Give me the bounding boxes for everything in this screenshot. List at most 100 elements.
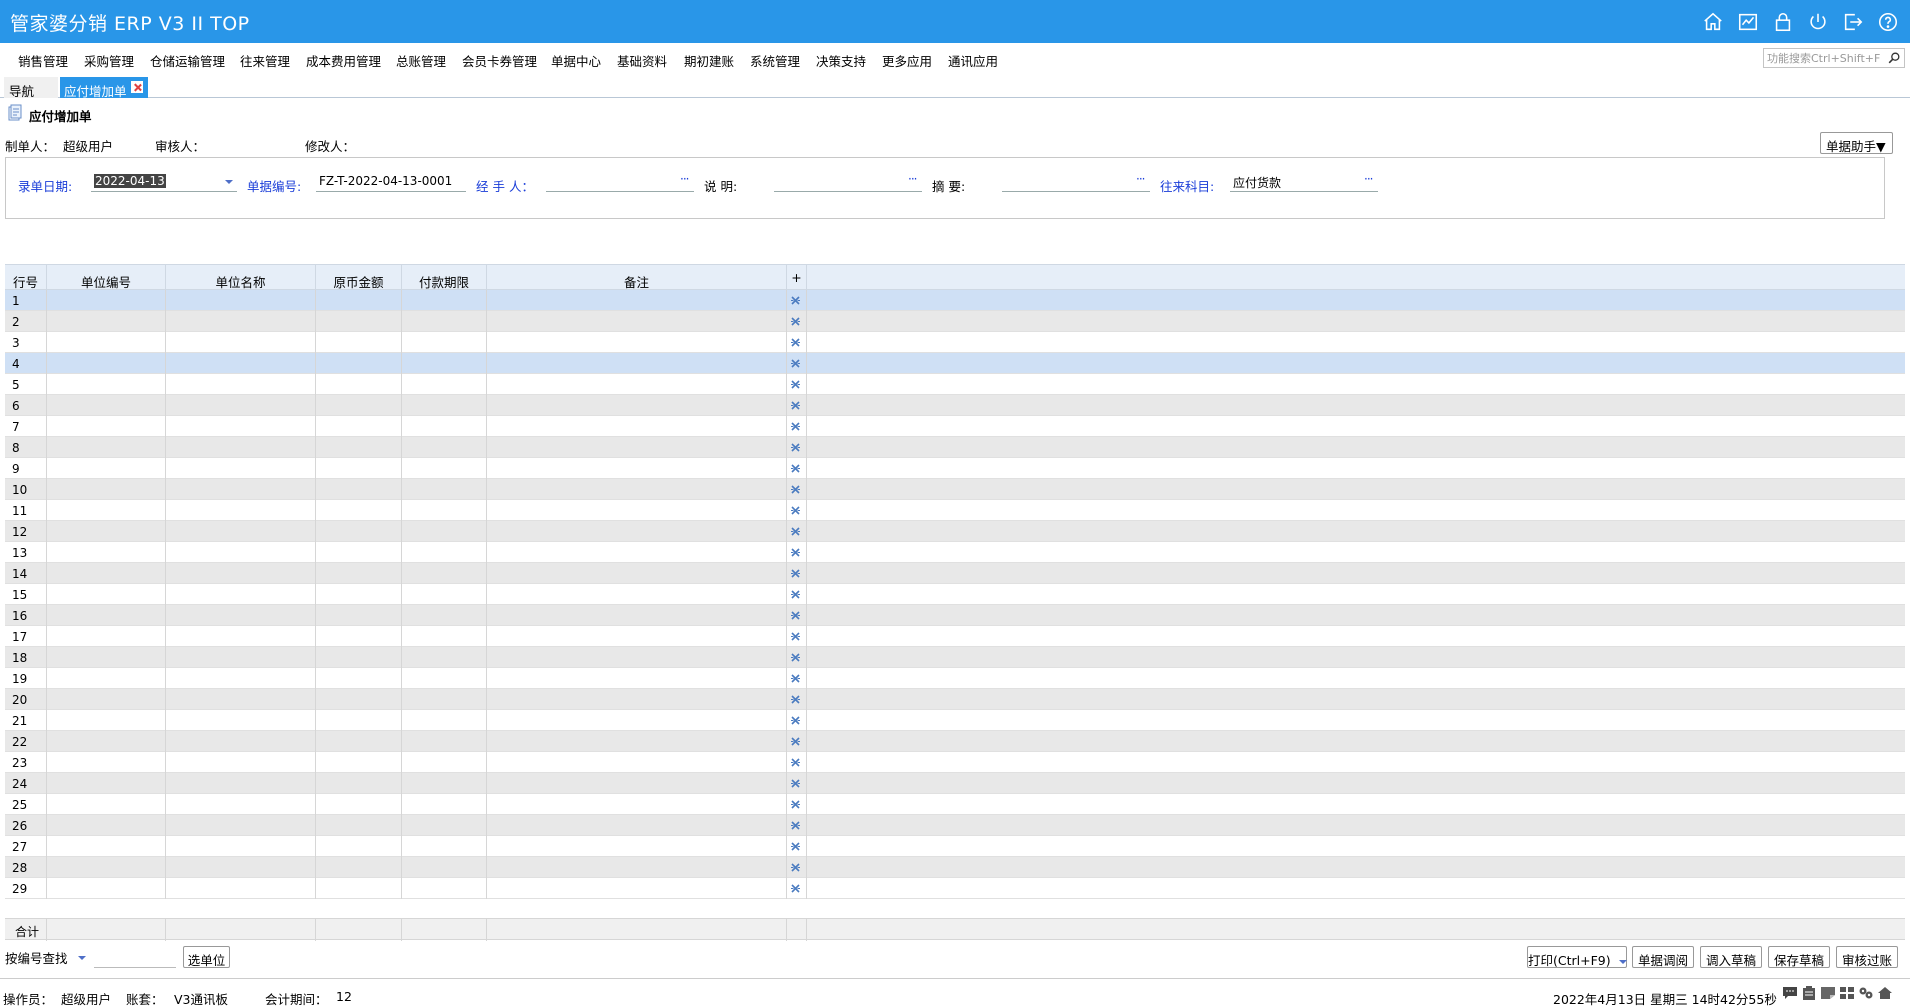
grid-cell[interactable] [47, 815, 166, 836]
settings-icon[interactable] [1858, 986, 1874, 1000]
chart-icon[interactable] [1735, 9, 1761, 35]
grid-cell[interactable] [47, 836, 166, 857]
table-row[interactable]: 22 [5, 731, 1905, 752]
table-row[interactable]: 7 [5, 416, 1905, 437]
grid-cell[interactable] [316, 584, 402, 605]
grid-cell[interactable] [47, 794, 166, 815]
table-row[interactable]: 10 [5, 479, 1905, 500]
grid-cell[interactable] [166, 689, 316, 710]
menu-ledger[interactable]: 总账管理 [396, 51, 446, 70]
power-icon[interactable] [1805, 9, 1831, 35]
grid-cell[interactable] [166, 374, 316, 395]
grid-cell[interactable] [316, 479, 402, 500]
grid-cell[interactable] [402, 290, 487, 311]
delete-row-icon[interactable] [790, 400, 801, 411]
table-row[interactable]: 24 [5, 773, 1905, 794]
grid-cell[interactable] [47, 563, 166, 584]
function-search-input[interactable] [1764, 49, 1884, 67]
grid-cell[interactable] [316, 500, 402, 521]
grid-cell[interactable] [316, 563, 402, 584]
grid-cell[interactable] [47, 416, 166, 437]
find-mode-select[interactable]: 按编号查找 [5, 948, 68, 967]
tab-payable-increase[interactable]: 应付增加单 [60, 77, 148, 99]
grid-cell[interactable] [47, 668, 166, 689]
grid-cell[interactable] [166, 668, 316, 689]
grid-cell[interactable] [402, 815, 487, 836]
grid-cell[interactable] [487, 563, 787, 584]
grid-cell[interactable] [402, 857, 487, 878]
grid-cell[interactable] [487, 416, 787, 437]
table-row[interactable]: 1 [5, 290, 1905, 311]
grid-cell[interactable] [402, 773, 487, 794]
grid-cell[interactable] [402, 668, 487, 689]
column-header-amount[interactable]: 原币金额 [316, 265, 402, 291]
table-row[interactable]: 11 [5, 500, 1905, 521]
grid-cell[interactable] [316, 311, 402, 332]
grid-cell[interactable] [487, 815, 787, 836]
menu-basic-data[interactable]: 基础资料 [617, 51, 667, 70]
delete-row-icon[interactable] [790, 841, 801, 852]
delete-row-icon[interactable] [790, 316, 801, 327]
delete-row-icon[interactable] [790, 379, 801, 390]
menu-purchase[interactable]: 采购管理 [84, 51, 134, 70]
grid-cell[interactable] [487, 374, 787, 395]
delete-row-icon[interactable] [790, 295, 801, 306]
delete-row-icon[interactable] [790, 589, 801, 600]
close-icon[interactable] [131, 81, 143, 93]
grid-cell[interactable] [402, 752, 487, 773]
menu-comms[interactable]: 通讯应用 [948, 51, 998, 70]
delete-row-icon[interactable] [790, 778, 801, 789]
grid-cell[interactable] [402, 710, 487, 731]
menu-more-apps[interactable]: 更多应用 [882, 51, 932, 70]
grid-cell[interactable] [402, 689, 487, 710]
summary-field[interactable] [1002, 172, 1150, 192]
delete-row-icon[interactable] [790, 799, 801, 810]
delete-row-icon[interactable] [790, 505, 801, 516]
grid-cell[interactable] [47, 626, 166, 647]
table-row[interactable]: 5 [5, 374, 1905, 395]
grid-cell[interactable] [166, 605, 316, 626]
grid-cell[interactable] [487, 626, 787, 647]
grid-cell[interactable] [47, 857, 166, 878]
grid-cell[interactable] [47, 878, 166, 899]
table-row[interactable]: 17 [5, 626, 1905, 647]
grid-cell[interactable] [487, 458, 787, 479]
grid-cell[interactable] [487, 731, 787, 752]
grid-cell[interactable] [402, 584, 487, 605]
document-helper-button[interactable]: 单据助手▼ [1820, 132, 1893, 154]
grid-cell[interactable] [166, 584, 316, 605]
delete-row-icon[interactable] [790, 358, 801, 369]
load-draft-button[interactable]: 调入草稿 [1700, 946, 1762, 968]
note-icon[interactable] [1820, 986, 1836, 1000]
delete-row-icon[interactable] [790, 484, 801, 495]
grid-cell[interactable] [166, 794, 316, 815]
grid-cell[interactable] [316, 605, 402, 626]
grid-cell[interactable] [47, 332, 166, 353]
description-picker-icon[interactable]: ··· [908, 172, 918, 186]
grid-cell[interactable] [47, 395, 166, 416]
grid-cell[interactable] [487, 857, 787, 878]
grid-cell[interactable] [166, 647, 316, 668]
grid-cell[interactable] [166, 542, 316, 563]
search-icon[interactable] [1887, 51, 1901, 65]
grid-cell[interactable] [47, 605, 166, 626]
grid-cell[interactable] [316, 353, 402, 374]
grid-cell[interactable] [487, 332, 787, 353]
date-field[interactable]: 2022-04-13 [91, 172, 237, 192]
grid-cell[interactable] [166, 437, 316, 458]
grid-cell[interactable] [487, 773, 787, 794]
delete-row-icon[interactable] [790, 673, 801, 684]
grid-cell[interactable] [316, 878, 402, 899]
help-icon[interactable] [1875, 9, 1901, 35]
grid-cell[interactable] [487, 437, 787, 458]
table-row[interactable]: 6 [5, 395, 1905, 416]
grid-cell[interactable] [166, 857, 316, 878]
grid-cell[interactable] [47, 773, 166, 794]
grid-cell[interactable] [487, 584, 787, 605]
save-draft-button[interactable]: 保存草稿 [1768, 946, 1830, 968]
grid-cell[interactable] [402, 500, 487, 521]
grid-cell[interactable] [402, 479, 487, 500]
grid-cell[interactable] [487, 668, 787, 689]
delete-row-icon[interactable] [790, 421, 801, 432]
delete-row-icon[interactable] [790, 862, 801, 873]
